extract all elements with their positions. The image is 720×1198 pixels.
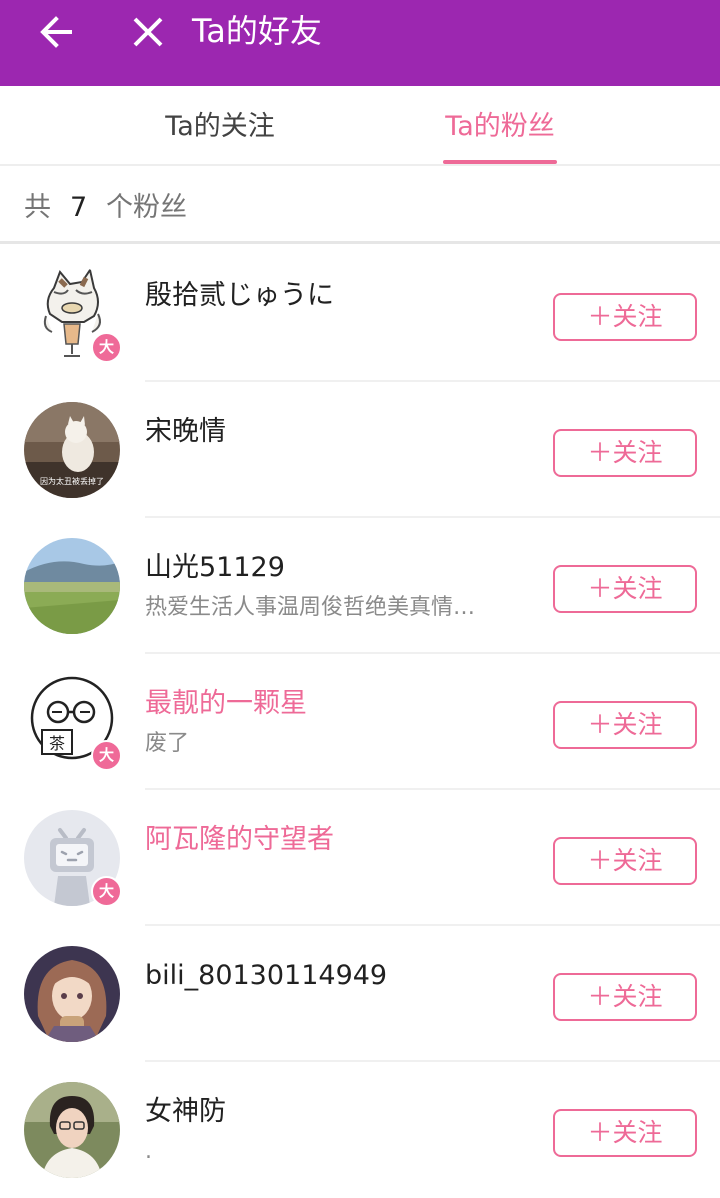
tab-fans[interactable]: Ta的粉丝 [400, 86, 600, 166]
fan-name[interactable]: 山光51129 [145, 548, 285, 588]
list-item[interactable]: 大 阿瓦隆的守望者 ＋关注 [0, 790, 720, 926]
page-title: Ta的好友 [192, 12, 322, 50]
fan-signature: 废了 [145, 731, 190, 756]
fan-name[interactable]: 宋晚情 [145, 412, 226, 452]
follow-button[interactable]: ＋关注 [553, 701, 697, 749]
vip-badge: 大 [91, 876, 122, 907]
avatar-caption: 因为太丑被丢掉了 [40, 476, 104, 486]
list-item[interactable]: 因为太丑被丢掉了 宋晚情 ＋关注 [0, 382, 720, 518]
list-item[interactable]: 茶 大 最靓的一颗星 废了 ＋关注 [0, 654, 720, 790]
count-suffix: 个粉丝 [106, 192, 187, 223]
avatar[interactable] [24, 538, 120, 634]
follow-button[interactable]: ＋关注 [553, 837, 697, 885]
fan-signature: 热爱生活人事温周俊哲绝美真情… [145, 595, 476, 620]
follow-button[interactable]: ＋关注 [553, 973, 697, 1021]
avatar[interactable]: 因为太丑被丢掉了 [24, 402, 120, 498]
fan-name[interactable]: 最靓的一颗星 [145, 684, 307, 724]
active-tab-indicator [443, 160, 557, 164]
fan-name[interactable]: 殷拾贰じゅうに [145, 276, 334, 316]
list-item[interactable]: 山光51129 热爱生活人事温周俊哲绝美真情… ＋关注 [0, 518, 720, 654]
follow-button[interactable]: ＋关注 [553, 429, 697, 477]
count-prefix: 共 [24, 192, 51, 223]
fans-count-bar: 共 7 个粉丝 [0, 166, 720, 244]
vip-badge: 大 [91, 740, 122, 771]
list-item[interactable]: 女神防 . ＋关注 [0, 1062, 720, 1198]
close-icon[interactable] [122, 6, 174, 58]
arrow-left-icon[interactable] [30, 6, 82, 58]
fan-name[interactable]: bili_80130114949 [145, 956, 387, 996]
fans-count: 7 [70, 192, 88, 223]
tab-following[interactable]: Ta的关注 [120, 86, 320, 166]
tab-bar: Ta的关注 Ta的粉丝 [0, 86, 720, 166]
fan-name[interactable]: 女神防 [145, 1092, 226, 1132]
list-item[interactable]: bili_80130114949 ＋关注 [0, 926, 720, 1062]
fan-name[interactable]: 阿瓦隆的守望者 [145, 820, 334, 860]
avatar-caption: 茶 [49, 734, 65, 753]
follow-button[interactable]: ＋关注 [553, 293, 697, 341]
fan-signature: . [145, 1139, 152, 1164]
vip-badge: 大 [91, 332, 122, 363]
avatar[interactable] [24, 946, 120, 1042]
fans-list: 大 殷拾贰じゅうに ＋关注 因为太丑被丢掉了 宋晚情 ＋关注 山光51129 热… [0, 246, 720, 1198]
follow-button[interactable]: ＋关注 [553, 565, 697, 613]
list-item[interactable]: 大 殷拾贰じゅうに ＋关注 [0, 246, 720, 382]
avatar[interactable] [24, 1082, 120, 1178]
follow-button[interactable]: ＋关注 [553, 1109, 697, 1157]
app-bar: Ta的好友 [0, 0, 720, 86]
